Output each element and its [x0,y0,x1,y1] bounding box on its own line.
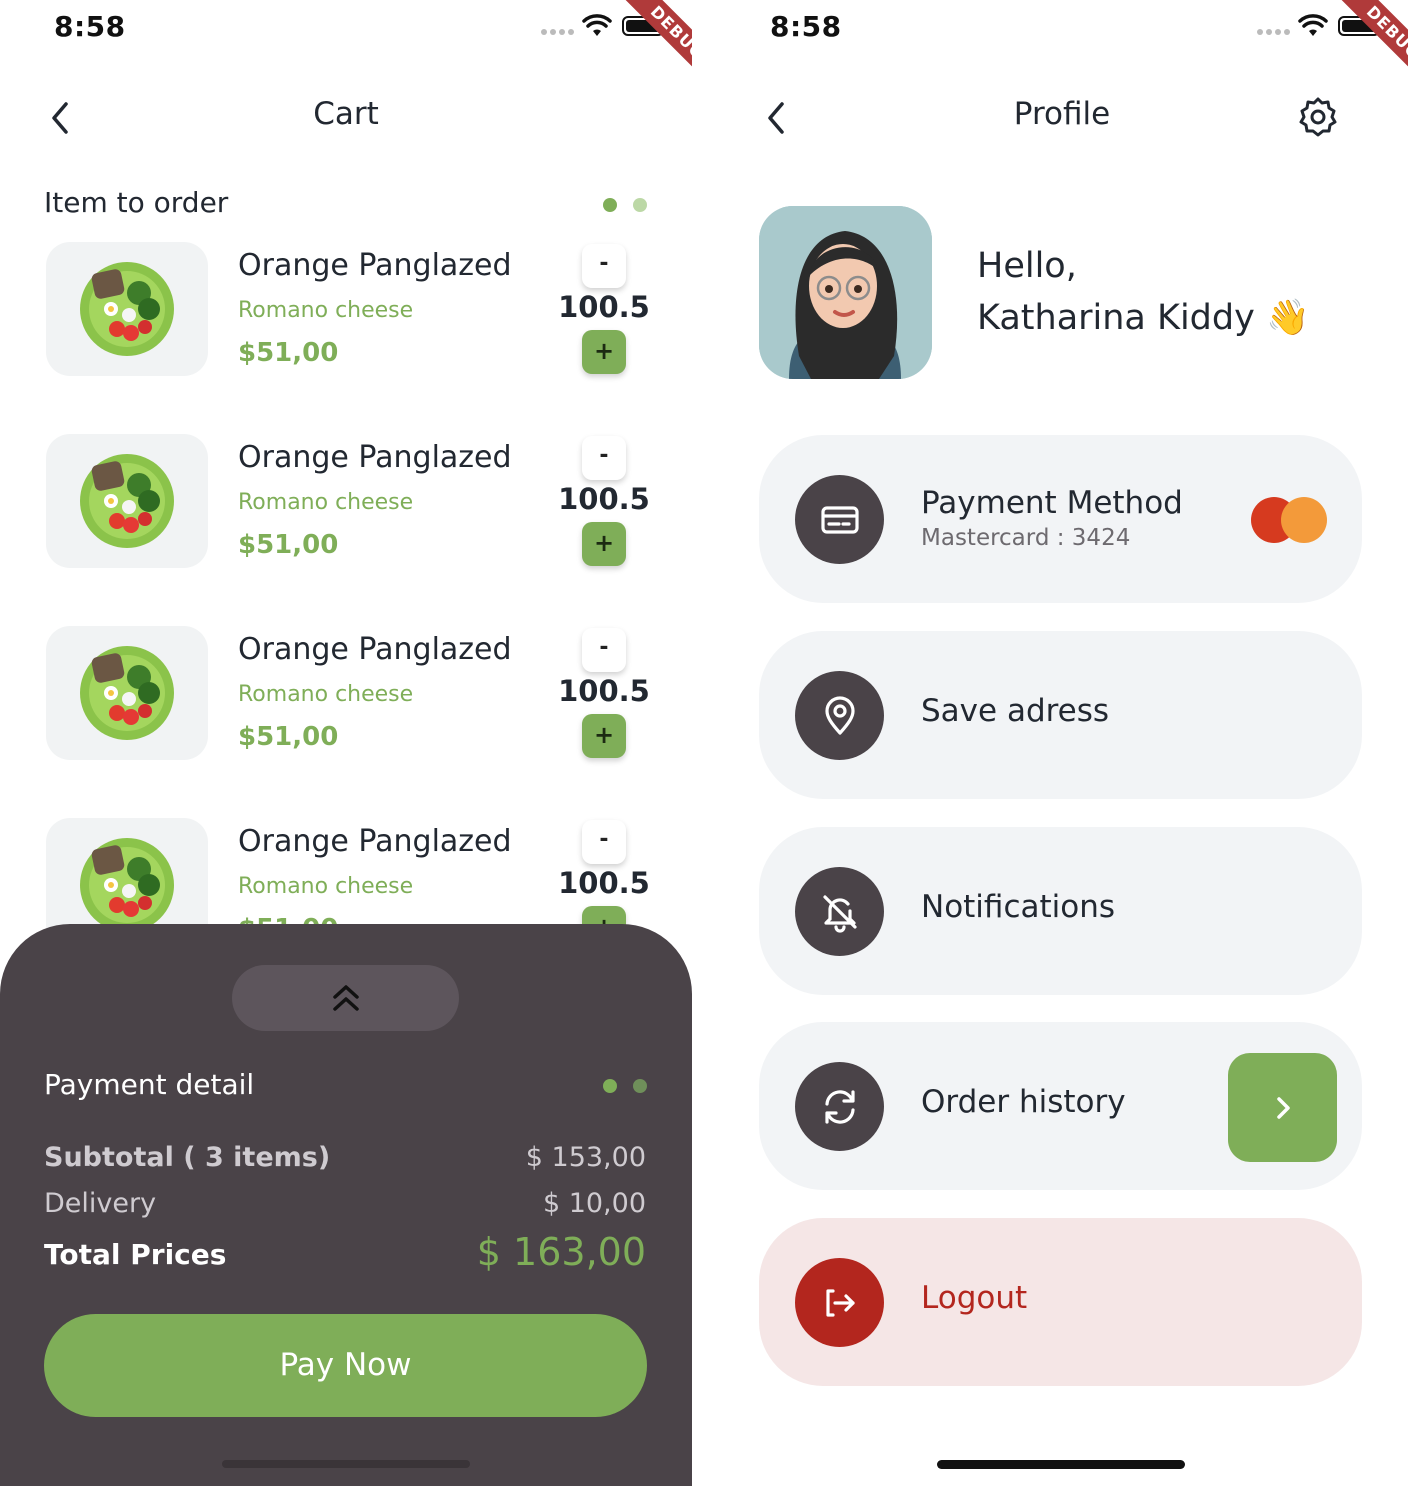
salad-plate-icon [80,262,174,356]
food-image [46,242,208,376]
decrease-button[interactable]: - [582,436,626,480]
delivery-value: $ 10,00 [542,1188,646,1219]
bell-off-icon [795,867,884,956]
increase-button[interactable]: + [582,714,626,758]
menu-label: Logout [921,1280,1028,1316]
signal-icon [1257,29,1291,35]
quantity-value: 100.5 [558,674,650,708]
menu-label: Payment Method [921,485,1183,521]
expand-sheet-button[interactable] [232,965,459,1031]
wifi-icon [582,14,612,36]
section-title: Item to order [44,186,229,219]
item-subtitle: Romano cheese [238,298,414,323]
item-name: Orange Panglazed [238,440,512,475]
location-pin-icon [795,671,884,760]
menu-save-address[interactable]: Save adress [759,631,1362,799]
subtotal-value: $ 153,00 [525,1142,646,1173]
decrease-button[interactable]: - [582,628,626,672]
food-image [46,626,208,760]
increase-button[interactable]: + [582,330,626,374]
menu-logout[interactable]: Logout [759,1218,1362,1386]
greeting-hello: Hello, [977,246,1077,286]
status-time: 8:58 [54,10,126,43]
food-image [46,434,208,568]
chevron-right-icon [1276,1096,1290,1119]
wifi-icon [1298,14,1328,36]
menu-payment-method[interactable]: Payment Method Mastercard : 3424 [759,435,1362,603]
quantity-value: 100.5 [558,290,650,324]
item-name: Orange Panglazed [238,824,512,859]
subtotal-label: Subtotal ( 3 items) [44,1142,331,1173]
greeting: Hello, Katharina Kiddy 👋 [977,240,1310,344]
item-subtitle: Romano cheese [238,874,414,899]
menu-order-history[interactable]: Order history [759,1022,1362,1190]
debug-banner: DEBUG [621,0,692,89]
status-time: 8:58 [770,10,842,43]
payment-detail-title: Payment detail [44,1068,255,1101]
home-indicator [937,1460,1185,1469]
avatar [759,206,932,379]
menu-notifications[interactable]: Notifications [759,827,1362,995]
decrease-button[interactable]: - [582,820,626,864]
menu-label: Save adress [921,693,1110,729]
quantity-value: 100.5 [558,866,650,900]
order-history-arrow-button[interactable] [1228,1053,1337,1162]
item-price: $51,00 [238,530,339,560]
pager-dots [603,198,647,212]
pager-dots [603,1079,647,1093]
mastercard-logo-icon [1251,497,1327,543]
pay-now-button[interactable]: Pay Now [44,1314,647,1417]
home-indicator [222,1460,470,1468]
menu-label: Order history [921,1084,1126,1120]
page-title: Cart [313,96,379,132]
screen-divider [692,0,716,1486]
item-subtitle: Romano cheese [238,682,414,707]
item-subtitle: Romano cheese [238,490,414,515]
chevron-double-up-icon [332,985,359,1011]
menu-sublabel: Mastercard : 3424 [921,525,1131,551]
total-label: Total Prices [44,1238,227,1271]
gear-icon[interactable] [1296,96,1340,140]
profile-screen: 8:58 DEBUG Profile Hello, Katharina Kidd… [716,0,1408,1486]
cart-item: Orange Panglazed Romano cheese $51,00 - … [46,242,656,376]
total-value: $ 163,00 [476,1230,646,1274]
credit-card-icon [795,475,884,564]
greeting-name: Katharina Kiddy 👋 [977,298,1310,338]
salad-plate-icon [80,454,174,548]
delivery-label: Delivery [44,1188,157,1219]
salad-plate-icon [80,646,174,740]
item-name: Orange Panglazed [238,632,512,667]
salad-plate-icon [80,838,174,932]
avatar-illustration [759,206,932,379]
cart-screen: 8:58 DEBUG Cart Item to order Orange Pan… [0,0,692,1486]
increase-button[interactable]: + [582,522,626,566]
item-price: $51,00 [238,338,339,368]
logout-icon [795,1258,884,1347]
decrease-button[interactable]: - [582,244,626,288]
payment-sheet: Payment detail Subtotal ( 3 items) $ 153… [0,924,692,1486]
signal-icon [541,29,575,35]
menu-label: Notifications [921,889,1116,925]
quantity-value: 100.5 [558,482,650,516]
item-name: Orange Panglazed [238,248,512,283]
cart-item: Orange Panglazed Romano cheese $51,00 - … [46,626,656,760]
refresh-icon [795,1062,884,1151]
cart-item: Orange Panglazed Romano cheese $51,00 - … [46,434,656,568]
debug-banner: DEBUG [1337,0,1408,89]
item-price: $51,00 [238,722,339,752]
